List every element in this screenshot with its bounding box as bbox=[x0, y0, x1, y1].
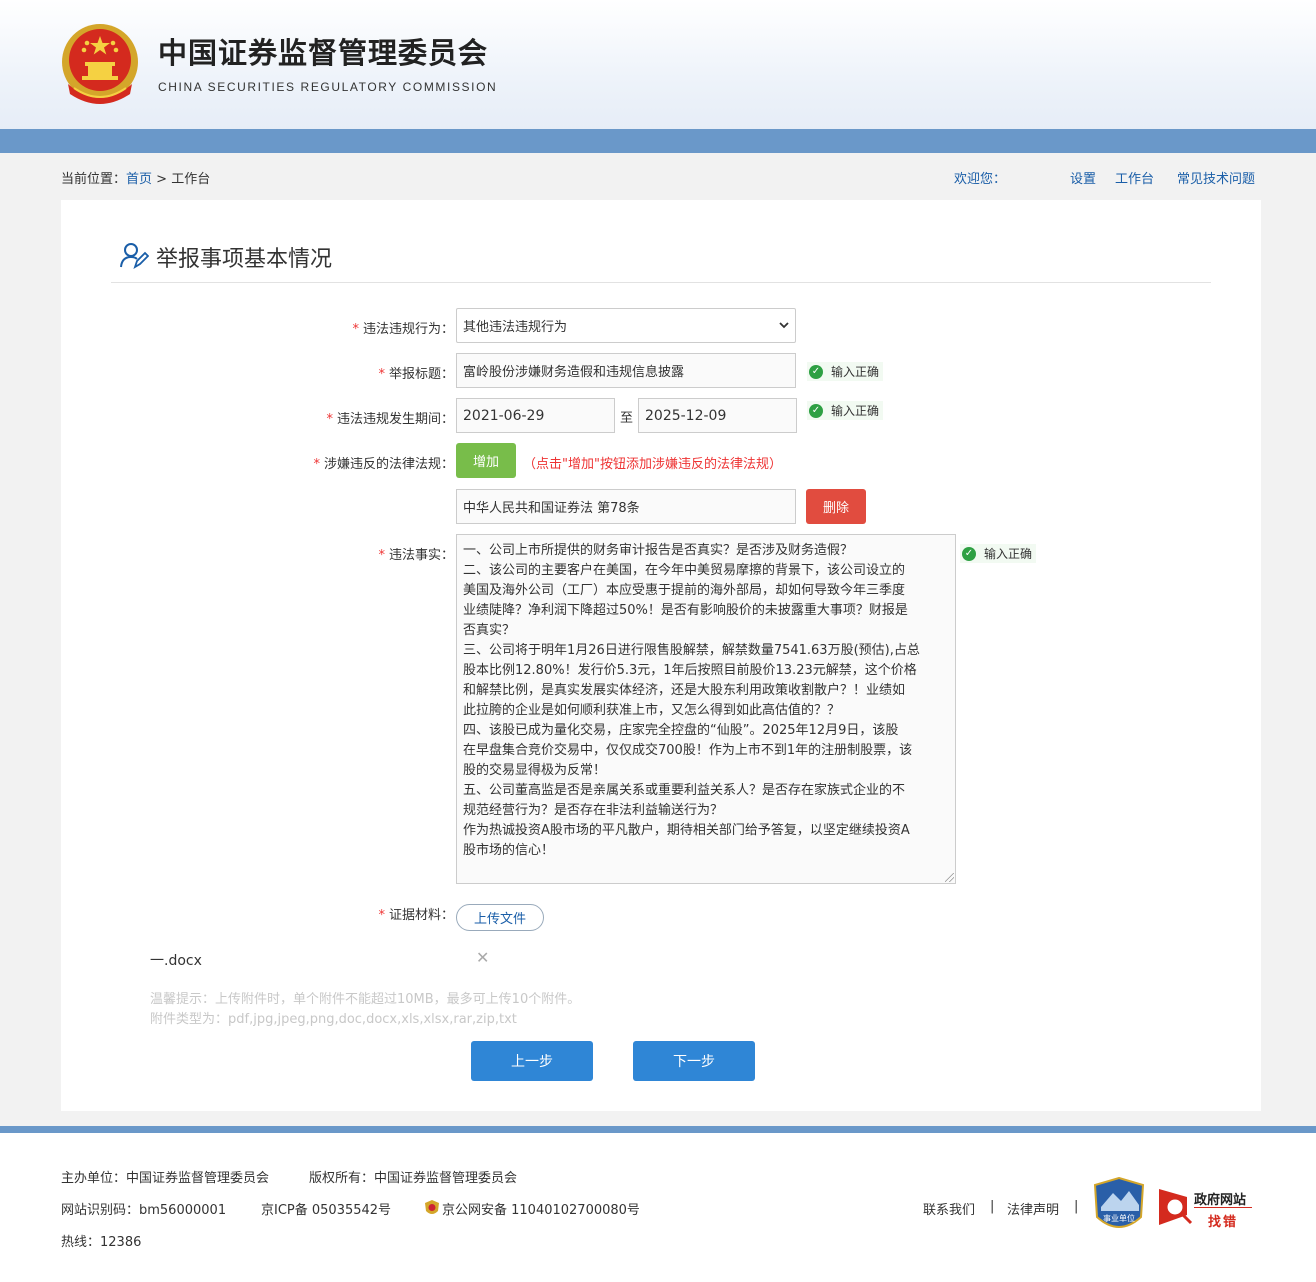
legal-notice-link[interactable]: 法律声明 bbox=[1007, 1199, 1059, 1218]
header-divider-bar bbox=[0, 129, 1316, 153]
period-label: * 违法违规发生期间： bbox=[326, 412, 454, 427]
breadcrumb-separator: > bbox=[152, 172, 172, 187]
chevron-down-icon bbox=[779, 322, 789, 329]
public-institution-badge[interactable]: 事业单位 bbox=[1093, 1176, 1145, 1237]
national-emblem-icon bbox=[62, 24, 138, 104]
facts-line: 股的交易显得极为反常！ bbox=[463, 763, 607, 778]
violation-type-label: * 违法违规行为： bbox=[352, 322, 454, 337]
facts-line: 和解禁比例，是真实发展实体经济，还是大股东利用政策收割散户？！业绩如 bbox=[463, 683, 906, 698]
add-law-hint: （点击"增加"按钮添加涉嫌违反的法律法规） bbox=[523, 457, 782, 472]
find-error-label: 找错 bbox=[1208, 1215, 1239, 1230]
facts-line: 四、该股已成为量化交易，庄家完全控盘的“仙股”。2025年12月9日，该股 bbox=[463, 723, 899, 738]
report-form-panel: 举报事项基本情况 * 违法违规行为： 其他违法违规行为 * 举报标题： 富岭股份涉嫌… bbox=[61, 200, 1261, 1111]
site-title: 中国证券监督管理委员会 bbox=[158, 36, 489, 70]
gov-site-label: 政府网站 bbox=[1194, 1193, 1247, 1208]
site-footer: 主办单位：中国证券监督管理委员会 版权所有：中国证券监督管理委员会 网站识别码：… bbox=[0, 1133, 1316, 1282]
magnifier-flag-icon bbox=[1159, 1189, 1193, 1225]
gov-site-error-report[interactable]: 政府网站 找错 bbox=[1157, 1185, 1257, 1230]
breadcrumb-current: 工作台 bbox=[171, 172, 211, 187]
facts-line: 二、该公司的主要客户在美国，在今年中美贸易摩擦的背景下，该公司设立的 bbox=[463, 563, 906, 578]
section-title: 举报事项基本情况 bbox=[156, 247, 333, 272]
period-start-input[interactable]: 2021-06-29 bbox=[456, 398, 615, 433]
facts-textarea[interactable]: 一、公司上市所提供的财务审计报告是否真实？是否涉及财务造假？ 二、该公司的主要客户… bbox=[456, 534, 956, 884]
add-law-button[interactable]: 增加 bbox=[456, 443, 516, 478]
upload-tip-types: 附件类型为：pdf,jpg,jpeg,png,doc,docx,xls,xlsx… bbox=[150, 1012, 517, 1027]
footer-hotline: 热线：12386 bbox=[61, 1235, 142, 1250]
facts-line: 股市场的信心！ bbox=[463, 843, 555, 858]
footer-site-id: 网站识别码：bm56000001 bbox=[61, 1203, 227, 1218]
facts-label: * 违法事实： bbox=[378, 548, 454, 563]
breadcrumb-prefix: 当前位置： bbox=[61, 172, 127, 187]
footer-copyright: 版权所有：中国证券监督管理委员会 bbox=[309, 1171, 518, 1186]
facts-line: 业绩陡降？净利润下降超过50%！是否有影响股价的未披露重大事项？财报是 bbox=[463, 603, 908, 618]
workbench-link[interactable]: 工作台 bbox=[1115, 168, 1154, 187]
breadcrumb-home-link[interactable]: 首页 bbox=[126, 172, 152, 187]
facts-line: 三、公司将于明年1月26日进行限售股解禁，解禁数量7541.63万股(预估),占… bbox=[463, 643, 920, 658]
check-icon: ✓ bbox=[962, 546, 976, 561]
prev-step-button[interactable]: 上一步 bbox=[471, 1041, 593, 1081]
laws-label: * 涉嫌违反的法律法规： bbox=[313, 457, 454, 472]
footer-divider-bar bbox=[0, 1126, 1316, 1133]
site-header: 中国证券监督管理委员会 CHINA SECURITIES REGULATORY … bbox=[0, 0, 1316, 130]
footer-separator: | bbox=[1074, 1199, 1079, 1214]
check-icon: ✓ bbox=[809, 364, 823, 379]
site-subtitle: CHINA SECURITIES REGULATORY COMMISSION bbox=[158, 80, 498, 94]
evidence-label: * 证据材料： bbox=[378, 908, 454, 923]
remove-file-icon[interactable]: ✕ bbox=[476, 948, 489, 967]
facts-line: 五、公司董高监是否是亲属关系或重要利益关系人？是否存在家族式企业的不 bbox=[463, 783, 906, 798]
footer-police[interactable]: 京公网安备 11040102700080号 bbox=[442, 1199, 640, 1218]
period-status: ✓ 输入正确 bbox=[807, 401, 884, 420]
welcome-text: 欢迎您： bbox=[954, 172, 1007, 187]
facts-status: ✓ 输入正确 bbox=[960, 544, 1037, 563]
delete-law-button[interactable]: 删除 bbox=[806, 489, 866, 524]
breadcrumb: 当前位置：首页 > 工作台 bbox=[61, 168, 210, 187]
user-edit-icon bbox=[120, 243, 149, 270]
report-title-status: ✓ 输入正确 bbox=[807, 362, 884, 381]
gov-divider bbox=[1194, 1207, 1252, 1208]
report-title-label: * 举报标题： bbox=[378, 367, 454, 382]
facts-line: 一、公司上市所提供的财务审计报告是否真实？是否涉及财务造假？ bbox=[463, 543, 854, 558]
institution-shield-icon bbox=[1093, 1176, 1145, 1228]
facts-line: 规范经营行为？是否存在非法利益输送行为？ bbox=[463, 803, 724, 818]
settings-link[interactable]: 设置 bbox=[1070, 168, 1096, 187]
badge-label: 事业单位 bbox=[1103, 1214, 1135, 1223]
facts-line: 此拉胯的企业是如何顺利获准上市，又怎么得到如此高估值的？？ bbox=[463, 703, 841, 718]
faq-link[interactable]: 常见技术问题 bbox=[1177, 168, 1255, 187]
section-divider bbox=[111, 282, 1211, 283]
contact-us-link[interactable]: 联系我们 bbox=[923, 1199, 975, 1218]
footer-separator: | bbox=[990, 1199, 995, 1214]
facts-line: 在早盘集合竞价交易中，仅仅成交700股！作为上市不到1年的注册制股票，该 bbox=[463, 743, 913, 758]
facts-line: 美国及海外公司（工厂）本应受惠于提前的海外部局，却如何导致今年三季度 bbox=[463, 583, 906, 598]
facts-line: 股本比例12.80%！发行价5.3元，1年后按照目前股价13.23元解禁，这个价… bbox=[463, 663, 917, 678]
violation-type-select[interactable]: 其他违法违规行为 bbox=[456, 308, 796, 343]
facts-line: 否真实？ bbox=[463, 623, 516, 638]
upload-file-button[interactable]: 上传文件 bbox=[456, 904, 544, 931]
facts-line: 作为热诚投资A股市场的平凡散户，期待相关部门给予答复，以坚定继续投资A bbox=[463, 823, 910, 838]
violation-type-value: 其他违法违规行为 bbox=[463, 320, 568, 335]
police-badge-icon bbox=[425, 1200, 439, 1214]
check-icon: ✓ bbox=[809, 403, 823, 418]
uploaded-file-name: 一.docx bbox=[150, 953, 202, 969]
period-to-label: 至 bbox=[620, 411, 634, 426]
report-title-input[interactable]: 富岭股份涉嫌财务造假和违规信息披露 bbox=[456, 353, 796, 388]
upload-tip-size: 温馨提示：上传附件时，单个附件不能超过10MB，最多可上传10个附件。 bbox=[150, 992, 581, 1007]
resize-handle-icon[interactable] bbox=[945, 873, 954, 882]
law-input[interactable]: 中华人民共和国证券法 第78条 bbox=[456, 489, 796, 524]
footer-host: 主办单位：中国证券监督管理委员会 bbox=[61, 1171, 270, 1186]
next-step-button[interactable]: 下一步 bbox=[633, 1041, 755, 1081]
period-end-input[interactable]: 2025-12-09 bbox=[638, 398, 797, 433]
footer-icp[interactable]: 京ICP备 05035542号 bbox=[261, 1199, 391, 1218]
